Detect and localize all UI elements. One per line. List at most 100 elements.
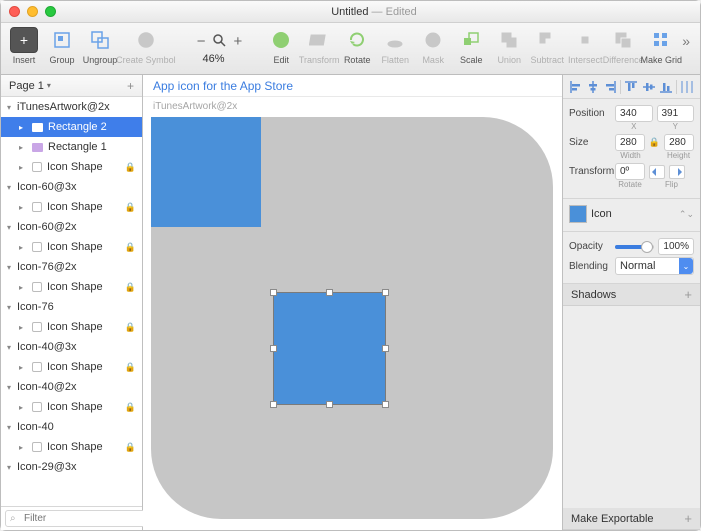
- close-window-button[interactable]: [9, 6, 20, 17]
- flip-h-button[interactable]: [649, 165, 665, 179]
- artboard-header[interactable]: ▾Icon-40@2x: [1, 377, 142, 397]
- artboard-header[interactable]: ▾iTunesArtwork@2x: [1, 97, 142, 117]
- position-x-field[interactable]: 340: [615, 105, 653, 122]
- resize-handle[interactable]: [382, 401, 389, 408]
- chevron-down-icon: ▾: [47, 81, 51, 90]
- shape-icon: [32, 402, 42, 412]
- ungroup-icon: [90, 30, 110, 50]
- layer-row[interactable]: ▸Icon Shape🔒: [1, 437, 142, 457]
- zoom-in-button[interactable]: +: [230, 33, 247, 50]
- artboard-header[interactable]: ▾Icon-60@3x: [1, 177, 142, 197]
- titlebar: Untitled — Edited: [1, 1, 700, 23]
- distribute-button[interactable]: [680, 80, 694, 94]
- minimize-window-button[interactable]: [27, 6, 38, 17]
- blending-select[interactable]: Normal⌄: [615, 257, 694, 275]
- lock-icon: 🔒: [125, 362, 136, 373]
- layer-row[interactable]: ▸Icon Shape🔒: [1, 277, 142, 297]
- layer-row[interactable]: ▸Icon Shape🔒: [1, 197, 142, 217]
- resize-handle[interactable]: [382, 345, 389, 352]
- resize-handle[interactable]: [270, 289, 277, 296]
- blending-label: Blending: [569, 261, 611, 272]
- filter-input[interactable]: [5, 510, 161, 527]
- artboard-header[interactable]: ▾Icon-29@3x: [1, 457, 142, 477]
- align-top-button[interactable]: [624, 80, 638, 94]
- zoom-window-button[interactable]: [45, 6, 56, 17]
- scale-icon: [461, 30, 481, 50]
- create-symbol-button: Create Symbol: [129, 27, 163, 65]
- artboard-header[interactable]: ▾Icon-40@3x: [1, 337, 142, 357]
- folder-icon: [32, 143, 43, 152]
- align-bottom-button[interactable]: [659, 80, 673, 94]
- rotate-button[interactable]: Rotate: [340, 27, 374, 65]
- opacity-slider[interactable]: [615, 245, 654, 249]
- opacity-field[interactable]: 100%: [658, 238, 694, 255]
- transform-icon: [309, 30, 329, 50]
- layer-row[interactable]: ▸Icon Shape🔒: [1, 357, 142, 377]
- artboard-header[interactable]: ▾Icon-60@2x: [1, 217, 142, 237]
- transform-label: Transform: [569, 166, 611, 177]
- lock-aspect-icon[interactable]: 🔒: [649, 137, 660, 148]
- artboard-header[interactable]: ▾Icon-40: [1, 417, 142, 437]
- group-button[interactable]: Group: [45, 27, 79, 65]
- resize-handle[interactable]: [270, 401, 277, 408]
- scale-button[interactable]: Scale: [454, 27, 488, 65]
- layer-row[interactable]: ▸Icon Shape🔒: [1, 157, 142, 177]
- filter-bar: ⌕ ⬚ ✎11: [1, 506, 142, 530]
- make-grid-button[interactable]: Make Grid: [644, 27, 678, 65]
- shadows-section[interactable]: Shadows+: [563, 284, 700, 306]
- divider: [676, 80, 677, 94]
- divider: [620, 80, 621, 94]
- fill-style-row[interactable]: Icon ⌃⌄: [569, 205, 694, 223]
- align-hcenter-button[interactable]: [586, 80, 600, 94]
- layer-row[interactable]: ▸Rectangle 1: [1, 137, 142, 157]
- canvas[interactable]: iTunesArtwork@2x: [143, 97, 562, 530]
- shape-icon: [32, 242, 42, 252]
- add-export-button[interactable]: +: [684, 511, 692, 526]
- width-field[interactable]: 280: [615, 134, 645, 151]
- shape-icon: [32, 322, 42, 332]
- fill-swatch[interactable]: [569, 205, 587, 223]
- zoom-value: 46%: [203, 53, 225, 65]
- canvas-title: App icon for the App Store: [143, 75, 562, 97]
- align-vcenter-button[interactable]: [642, 80, 656, 94]
- add-shadow-button[interactable]: +: [684, 287, 692, 302]
- shape-icon: [32, 282, 42, 292]
- lock-icon: 🔒: [125, 442, 136, 453]
- align-right-button[interactable]: [603, 80, 617, 94]
- flip-v-button[interactable]: [669, 165, 685, 179]
- add-page-button[interactable]: +: [127, 79, 134, 93]
- rectangle-2-selected[interactable]: [273, 292, 386, 405]
- artboard-label[interactable]: iTunesArtwork@2x: [153, 101, 237, 112]
- toolbar-overflow[interactable]: »: [682, 27, 694, 49]
- layer-row[interactable]: ▸Rectangle 2: [1, 117, 142, 137]
- resize-handle[interactable]: [270, 345, 277, 352]
- layer-row[interactable]: ▸Icon Shape🔒: [1, 237, 142, 257]
- position-y-field[interactable]: 391: [657, 105, 695, 122]
- rectangle-1[interactable]: [151, 117, 261, 227]
- resize-handle[interactable]: [326, 401, 333, 408]
- zoom-out-button[interactable]: −: [193, 33, 210, 50]
- pages-selector[interactable]: Page 1▾ +: [1, 75, 142, 97]
- ungroup-button[interactable]: Ungroup: [83, 27, 117, 65]
- shape-icon: [32, 362, 42, 372]
- fill-name: Icon: [591, 208, 612, 220]
- insert-button[interactable]: + Insert: [7, 27, 41, 65]
- make-exportable-section[interactable]: Make Exportable+: [563, 508, 700, 530]
- artboard-header[interactable]: ▾Icon-76: [1, 297, 142, 317]
- folder-icon: [32, 123, 43, 132]
- height-field[interactable]: 280: [664, 134, 694, 151]
- edit-button[interactable]: Edit: [264, 27, 298, 65]
- align-left-button[interactable]: [569, 80, 583, 94]
- layer-list[interactable]: ▾iTunesArtwork@2x▸Rectangle 2▸Rectangle …: [1, 97, 142, 506]
- lock-icon: 🔒: [125, 282, 136, 293]
- resize-handle[interactable]: [326, 289, 333, 296]
- union-button: Union: [492, 27, 526, 65]
- grid-icon: [651, 30, 671, 50]
- rotate-field[interactable]: 0º: [615, 163, 645, 180]
- layer-row[interactable]: ▸Icon Shape🔒: [1, 397, 142, 417]
- resize-handle[interactable]: [382, 289, 389, 296]
- zoom-control[interactable]: − + 46%: [175, 31, 253, 65]
- intersect-button: Intersect: [568, 27, 602, 65]
- layer-row[interactable]: ▸Icon Shape🔒: [1, 317, 142, 337]
- artboard-header[interactable]: ▾Icon-76@2x: [1, 257, 142, 277]
